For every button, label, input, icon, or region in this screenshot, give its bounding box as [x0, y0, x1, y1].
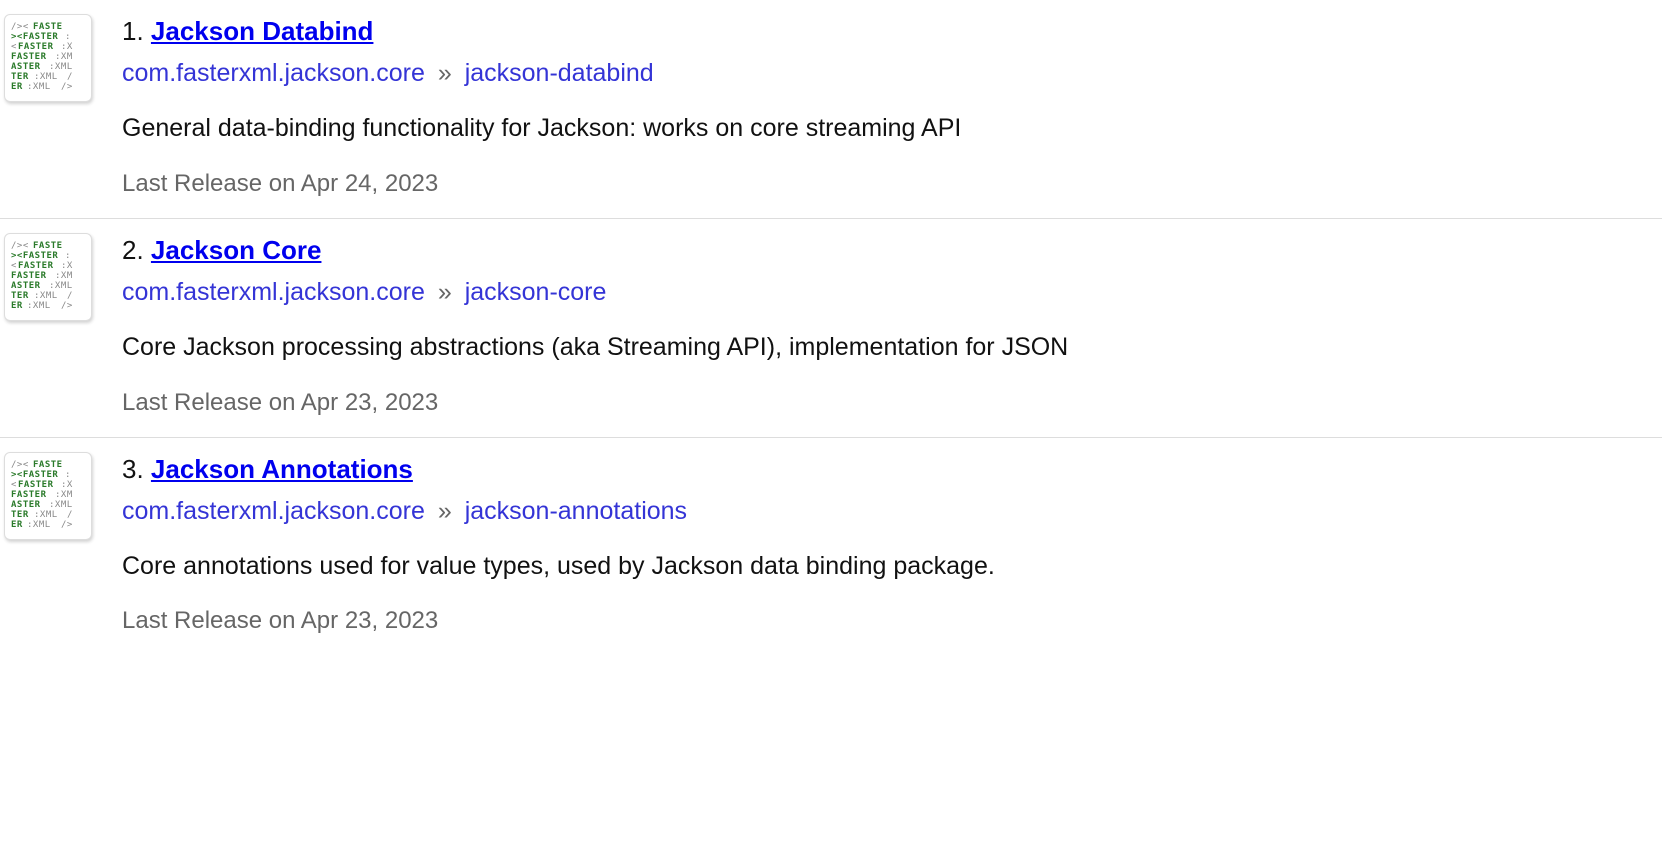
- group-link[interactable]: com.fasterxml.jackson.core: [122, 278, 425, 306]
- result-content: 1. Jackson Databind com.fasterxml.jackso…: [122, 14, 1658, 198]
- svg-text::XM: :XM: [55, 271, 73, 281]
- release-date: Apr 24, 2023: [301, 170, 438, 197]
- result-item: /><FASTE ><FASTER: <FASTER:X FASTER:XM A…: [0, 438, 1662, 656]
- svg-text::XML: :XML: [49, 500, 73, 510]
- result-title-link[interactable]: Jackson Databind: [151, 16, 374, 46]
- svg-text:ER: ER: [11, 82, 23, 92]
- result-description: Core Jackson processing abstractions (ak…: [122, 331, 1658, 365]
- svg-text:ASTER: ASTER: [11, 281, 41, 291]
- svg-text:><FASTER: ><FASTER: [11, 470, 58, 480]
- svg-text:ER: ER: [11, 520, 23, 530]
- coords-separator: »: [438, 497, 452, 525]
- svg-text:<: <: [11, 42, 17, 52]
- svg-text:TER: TER: [11, 72, 29, 82]
- result-release: Last Release on Apr 23, 2023: [122, 389, 1658, 417]
- svg-text:><FASTER: ><FASTER: [11, 32, 58, 42]
- group-link[interactable]: com.fasterxml.jackson.core: [122, 497, 425, 525]
- release-prefix: Last Release on: [122, 389, 301, 416]
- svg-text:/>: />: [61, 520, 73, 530]
- svg-text:/><: /><: [11, 241, 29, 251]
- svg-text:FASTE: FASTE: [33, 22, 63, 32]
- svg-text::: :: [65, 470, 71, 480]
- results-list: /><FASTE ><FASTER: <FASTER:X FASTER:XM A…: [0, 0, 1662, 655]
- result-coordinates: com.fasterxml.jackson.core » jackson-ann…: [122, 497, 1658, 526]
- result-title-line: 2. Jackson Core: [122, 233, 1658, 266]
- result-title-link[interactable]: Jackson Annotations: [151, 454, 413, 484]
- svg-text::XML: :XML: [27, 301, 51, 311]
- result-content: 2. Jackson Core com.fasterxml.jackson.co…: [122, 233, 1658, 417]
- svg-text:/>: />: [61, 82, 73, 92]
- result-content: 3. Jackson Annotations com.fasterxml.jac…: [122, 452, 1658, 636]
- result-release: Last Release on Apr 24, 2023: [122, 170, 1658, 198]
- svg-text:FASTER: FASTER: [18, 261, 54, 271]
- svg-text::XML: :XML: [34, 291, 58, 301]
- svg-text:><FASTER: ><FASTER: [11, 251, 58, 261]
- svg-text:TER: TER: [11, 291, 29, 301]
- svg-text:FASTER: FASTER: [11, 52, 47, 62]
- svg-text:<: <: [11, 261, 17, 271]
- result-coordinates: com.fasterxml.jackson.core » jackson-dat…: [122, 59, 1658, 88]
- artifact-link[interactable]: jackson-core: [465, 278, 607, 306]
- svg-text:FASTE: FASTE: [33, 241, 63, 251]
- svg-text:/><: /><: [11, 460, 29, 470]
- svg-text:FASTER: FASTER: [11, 271, 47, 281]
- svg-text::XM: :XM: [55, 490, 73, 500]
- svg-text::XML: :XML: [27, 82, 51, 92]
- result-index: 2.: [122, 235, 144, 265]
- release-date: Apr 23, 2023: [301, 389, 438, 416]
- svg-text::XML: :XML: [27, 520, 51, 530]
- result-index: 3.: [122, 454, 144, 484]
- svg-text::XML: :XML: [49, 62, 73, 72]
- group-link[interactable]: com.fasterxml.jackson.core: [122, 59, 425, 87]
- svg-text::: :: [65, 32, 71, 42]
- svg-text:FASTER: FASTER: [11, 490, 47, 500]
- svg-text::XML: :XML: [34, 510, 58, 520]
- package-icon: /><FASTE ><FASTER: <FASTER:X FASTER:XM A…: [4, 14, 92, 102]
- artifact-link[interactable]: jackson-annotations: [465, 497, 687, 525]
- svg-text::XML: :XML: [34, 72, 58, 82]
- svg-text::: :: [65, 251, 71, 261]
- result-release: Last Release on Apr 23, 2023: [122, 607, 1658, 635]
- svg-text::XM: :XM: [55, 52, 73, 62]
- svg-text:/>: />: [61, 301, 73, 311]
- svg-text::X: :X: [61, 480, 73, 490]
- package-icon: /><FASTE ><FASTER: <FASTER:X FASTER:XM A…: [4, 452, 92, 540]
- svg-text:FASTER: FASTER: [18, 42, 54, 52]
- svg-text:<: <: [11, 480, 17, 490]
- svg-text::X: :X: [61, 42, 73, 52]
- package-icon: /><FASTE ><FASTER: <FASTER:X FASTER:XM A…: [4, 233, 92, 321]
- svg-text:TER: TER: [11, 510, 29, 520]
- result-item: /><FASTE ><FASTER: <FASTER:X FASTER:XM A…: [0, 219, 1662, 438]
- svg-text:FASTER: FASTER: [18, 480, 54, 490]
- release-prefix: Last Release on: [122, 170, 301, 197]
- result-title-line: 1. Jackson Databind: [122, 14, 1658, 47]
- svg-text:ASTER: ASTER: [11, 62, 41, 72]
- result-item: /><FASTE ><FASTER: <FASTER:X FASTER:XM A…: [0, 0, 1662, 219]
- release-date: Apr 23, 2023: [301, 607, 438, 634]
- svg-text:ASTER: ASTER: [11, 500, 41, 510]
- svg-text:/><: /><: [11, 22, 29, 32]
- result-description: Core annotations used for value types, u…: [122, 550, 1658, 584]
- svg-text:FASTE: FASTE: [33, 460, 63, 470]
- result-title-link[interactable]: Jackson Core: [151, 235, 322, 265]
- svg-text:/: /: [67, 510, 73, 520]
- coords-separator: »: [438, 278, 452, 306]
- coords-separator: »: [438, 59, 452, 87]
- release-prefix: Last Release on: [122, 607, 301, 634]
- svg-text::X: :X: [61, 261, 73, 271]
- result-description: General data-binding functionality for J…: [122, 112, 1658, 146]
- result-index: 1.: [122, 16, 144, 46]
- svg-text:/: /: [67, 291, 73, 301]
- svg-text:ER: ER: [11, 301, 23, 311]
- svg-text:/: /: [67, 72, 73, 82]
- svg-text::XML: :XML: [49, 281, 73, 291]
- artifact-link[interactable]: jackson-databind: [465, 59, 654, 87]
- result-title-line: 3. Jackson Annotations: [122, 452, 1658, 485]
- result-coordinates: com.fasterxml.jackson.core » jackson-cor…: [122, 278, 1658, 307]
